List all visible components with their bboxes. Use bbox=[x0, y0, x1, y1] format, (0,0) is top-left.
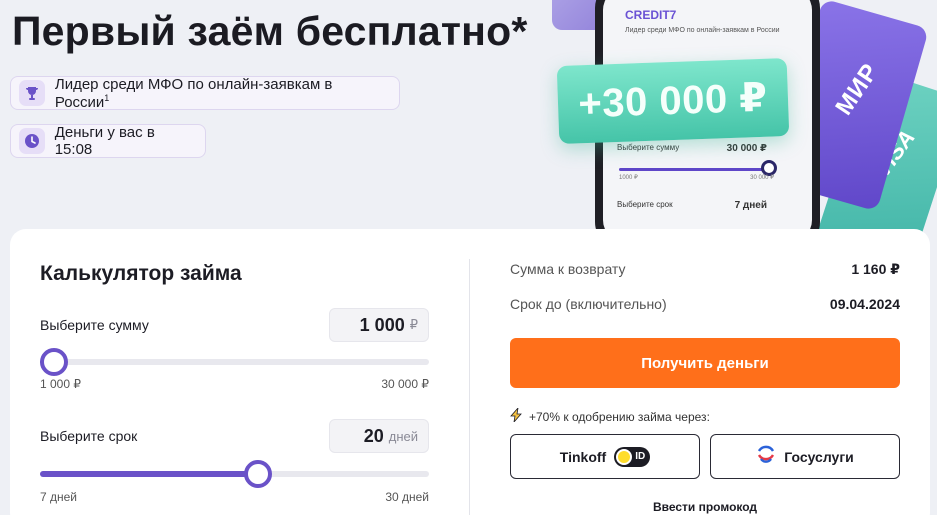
term-field[interactable]: 20 дней bbox=[329, 419, 429, 453]
phone-slider-max: 30 000 ₽ bbox=[750, 175, 774, 181]
gosuslugi-button[interactable]: Госуслуги bbox=[710, 434, 900, 479]
due-date-row: Срок до (включительно) 09.04.2024 bbox=[510, 296, 900, 312]
phone-term-value: 7 дней bbox=[734, 200, 767, 211]
tinkoff-id-icon: ID bbox=[614, 446, 651, 467]
phone-slider-min: 1000 ₽ bbox=[619, 175, 638, 181]
lightning-icon bbox=[510, 406, 523, 425]
trophy-icon bbox=[19, 80, 45, 106]
hero-illustration: VISA МИР CREDIT7 Лидер среди МФО по онла… bbox=[540, 0, 937, 240]
phone-logo: CREDIT7 bbox=[625, 8, 677, 22]
gosuslugi-icon bbox=[756, 445, 776, 468]
bonus-amount-banner: +30 000 ₽ bbox=[556, 58, 790, 144]
phone-amount-row: Выберите сумму 30 000 ₽ bbox=[617, 143, 767, 154]
amount-slider-knob[interactable] bbox=[40, 348, 68, 376]
return-sum-row: Сумма к возврату 1 160 ₽ bbox=[510, 261, 900, 278]
loan-calculator-panel: Калькулятор займа Выберите сумму 1 000 ₽… bbox=[10, 229, 930, 515]
amount-slider-track[interactable] bbox=[40, 359, 429, 365]
term-slider-knob[interactable] bbox=[243, 460, 272, 488]
time-text: Деньги у вас в 15:08 bbox=[54, 124, 155, 158]
mir-card-label: МИР bbox=[830, 58, 885, 121]
leader-badge: Лидер среди МФО по онлайн-заявкам в Росс… bbox=[10, 75, 400, 111]
approval-text: +70% к одобрению займа через: bbox=[529, 409, 710, 424]
phone-term-label: Выберите срок bbox=[617, 200, 673, 209]
gosuslugi-label: Госуслуги bbox=[784, 448, 854, 465]
return-sum-value: 1 160 ₽ bbox=[851, 261, 900, 277]
phone-amount-label: Выберите сумму bbox=[617, 143, 680, 152]
term-min: 7 дней bbox=[40, 490, 78, 504]
term-unit: дней bbox=[388, 428, 418, 444]
term-slider-fill bbox=[40, 471, 258, 477]
term-slider-track[interactable] bbox=[40, 471, 429, 477]
panel-divider bbox=[469, 259, 470, 515]
amount-min: 1 000 ₽ bbox=[40, 377, 81, 391]
phone-amount-value: 30 000 ₽ bbox=[726, 143, 767, 154]
approval-hint: +70% к одобрению займа через: bbox=[510, 406, 710, 425]
phone-term-row: Выберите срок 7 дней bbox=[617, 200, 767, 211]
page-title: Первый заём бесплатно* bbox=[12, 8, 528, 54]
tinkoff-label: Tinkoff bbox=[559, 448, 607, 465]
tinkoff-id-button[interactable]: Tinkoff ID bbox=[510, 434, 700, 479]
tinkoff-id-badge: ID bbox=[635, 451, 646, 462]
leader-text: Лидер среди МФО по онлайн-заявкам в Росс… bbox=[54, 75, 333, 111]
term-label: Выберите срок bbox=[40, 428, 138, 444]
phone-leader-text: Лидер среди МФО по онлайн-заявкам в Росс… bbox=[625, 27, 780, 34]
term-max: 30 дней bbox=[385, 490, 429, 504]
phone-slider-range: 1000 ₽ 30 000 ₽ bbox=[619, 174, 774, 181]
due-date-label: Срок до (включительно) bbox=[510, 296, 667, 312]
term-range: 7 дней 30 дней bbox=[40, 490, 429, 504]
time-badge: Деньги у вас в 15:08 bbox=[10, 124, 206, 158]
due-date-value: 09.04.2024 bbox=[829, 296, 900, 312]
clock-icon bbox=[19, 128, 45, 154]
calculator-title: Калькулятор займа bbox=[40, 262, 242, 285]
get-money-button[interactable]: Получить деньги bbox=[510, 338, 900, 388]
amount-max: 30 000 ₽ bbox=[381, 377, 429, 391]
promo-code-link[interactable]: Ввести промокод bbox=[510, 500, 900, 514]
amount-field[interactable]: 1 000 ₽ bbox=[329, 308, 429, 342]
amount-label: Выберите сумму bbox=[40, 317, 149, 333]
amount-range: 1 000 ₽ 30 000 ₽ bbox=[40, 377, 429, 391]
phone-slider-track bbox=[619, 168, 769, 171]
amount-value: 1 000 bbox=[359, 314, 405, 335]
amount-unit: ₽ bbox=[409, 317, 418, 332]
term-value: 20 bbox=[363, 425, 384, 446]
return-sum-label: Сумма к возврату bbox=[510, 261, 626, 277]
